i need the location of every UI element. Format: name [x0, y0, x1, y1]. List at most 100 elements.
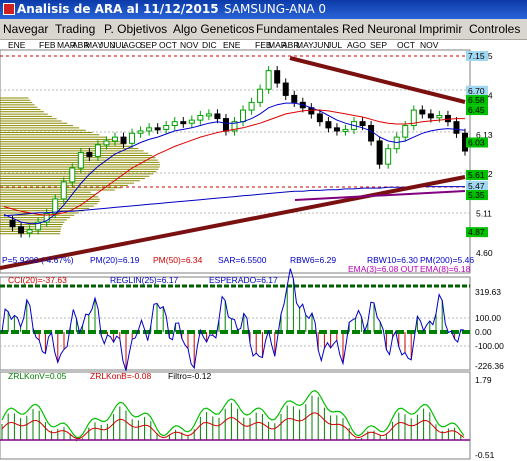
candle-body — [94, 144, 101, 157]
app-icon — [3, 3, 15, 15]
candle-body — [146, 127, 153, 132]
month-label: NOV — [180, 40, 199, 50]
level-box-label: 6.03 — [468, 138, 485, 148]
month-label: JUL — [327, 40, 342, 50]
cci-label: CCI(20)=-37.63 — [8, 275, 67, 285]
month-label: AGO — [347, 40, 366, 50]
level-box-label: 6.45 — [468, 105, 485, 115]
menu-item-controles[interactable]: Controles — [469, 22, 520, 36]
cci-axis-label: -226.36 — [475, 361, 504, 371]
zrl-axis-top: 1.79 — [475, 375, 492, 385]
price-axis-label: 4.60 — [476, 248, 493, 258]
title-bar: Analisis de ARA al 11/12/2015 SAMSUNG-AN… — [0, 0, 527, 19]
esperado-label: ESPERADO=6.17 — [209, 275, 278, 285]
candle-body — [385, 148, 392, 165]
candle-body — [120, 136, 127, 144]
window-title: Analisis de ARA al 11/12/2015 — [17, 2, 219, 16]
menu-bar: Navegar Trading P. Objetivos Algo Geneti… — [0, 19, 527, 40]
candle-body — [197, 114, 204, 121]
candle-body — [9, 220, 16, 228]
cci-axis-label: 319.63 — [475, 287, 501, 297]
candle-body — [180, 121, 187, 125]
zrlkonb-label: ZRLKonB=-0.08 — [90, 371, 151, 381]
candle-body — [291, 94, 298, 103]
candle-body — [257, 88, 264, 103]
candle-body — [214, 113, 221, 120]
candle-body — [316, 113, 323, 123]
candle-body — [154, 127, 161, 131]
months-axis: ENE FEB MARABRMAYJUNJULAGOSEP OCT NOV DIC ENE F… — [8, 40, 439, 50]
cci-axis-label: 0.00 — [475, 327, 492, 337]
zrl-panel — [0, 371, 471, 460]
price-axis-label: 5.11 — [476, 209, 492, 219]
analysis-chart: ENE FEB MARABRMAYJUNJULAGOSEP OCT NOV DIC ENE F… — [0, 40, 504, 460]
month-label: OCT — [397, 40, 415, 50]
candle-body — [419, 109, 426, 115]
menu-item-trading[interactable]: Trading — [55, 22, 95, 36]
cci-axis-label: -100.00 — [475, 341, 504, 351]
candle-body — [359, 121, 366, 127]
candle-body — [171, 121, 178, 127]
candle-body — [188, 119, 195, 124]
month-label: ENE — [223, 40, 241, 50]
stat-ema3: EMA(3)=6.08 OUT — [348, 264, 419, 274]
menu-item-imprimir[interactable]: Imprimir — [419, 22, 462, 36]
candle-body — [137, 130, 144, 134]
candle-body — [60, 181, 67, 200]
stat-price: P=5.9200 (-4.67%) — [2, 255, 74, 265]
candle-body — [453, 121, 460, 134]
stat-ema8: EMA(8)=6.18 — [420, 264, 471, 274]
month-label: SEP — [140, 40, 157, 50]
candle-body — [77, 152, 84, 169]
candle-body — [86, 152, 93, 157]
month-label: OCT — [159, 40, 177, 50]
menu-item-fundamentales[interactable]: Fundamentales — [256, 22, 339, 36]
candle-body — [103, 140, 110, 146]
candle-body — [222, 118, 229, 132]
stat-sar: SAR=6.5500 — [218, 255, 267, 265]
cci-axis-label: 100.00 — [475, 313, 501, 323]
menu-item-algo-geneticos[interactable]: Algo Geneticos — [173, 22, 254, 36]
menu-item-red-neuronal[interactable]: Red Neuronal — [342, 22, 416, 36]
month-label: MAY — [296, 40, 314, 50]
candle-body — [274, 70, 281, 84]
menu-item-navegar[interactable]: Navegar — [3, 22, 48, 36]
candle-body — [444, 114, 451, 123]
stat-pm20: PM(20)=6.19 — [90, 255, 140, 265]
month-label: DIC — [202, 40, 217, 50]
level-box-label: 4.87 — [468, 227, 485, 237]
candle-body — [69, 167, 76, 183]
level-box-label: 7.15 — [468, 51, 485, 61]
month-label: ENE — [8, 40, 26, 50]
candle-body — [240, 109, 247, 123]
zrl-axis-bottom: -0.51 — [475, 450, 495, 460]
level-box-label: 6.58 — [468, 95, 485, 105]
candle-body — [129, 132, 136, 144]
candle-body — [111, 136, 118, 142]
price-panel — [0, 49, 471, 274]
candle-body — [282, 82, 289, 96]
candle-body — [26, 229, 33, 234]
month-label: SEP — [370, 40, 387, 50]
menu-item-p-objetivos[interactable]: P. Objetivos — [104, 22, 167, 36]
reglin-label: REGLIN(25)=6.17 — [110, 275, 179, 285]
candle-body — [18, 226, 25, 234]
candle-body — [427, 113, 434, 119]
candle-body — [342, 128, 349, 132]
candle-body — [163, 125, 170, 130]
stat-rbw6: RBW6=6.29 — [290, 255, 336, 265]
symbol-label: SAMSUNG-ANA 0 — [224, 2, 326, 16]
candle-body — [402, 125, 409, 138]
candle-body — [376, 140, 383, 165]
filtro-label: Filtro=-0.12 — [168, 371, 211, 381]
candle-body — [325, 121, 332, 129]
level-box-label: 5.61 — [468, 170, 485, 180]
month-label: FEB — [39, 40, 56, 50]
candle-body — [333, 127, 340, 132]
candle-body — [205, 113, 212, 117]
zrlkonv-label: ZRLKonV=0.05 — [8, 371, 67, 381]
candle-body — [52, 198, 59, 215]
candle-body — [248, 101, 255, 111]
level-box-label: 5.35 — [468, 190, 485, 200]
month-label: NOV — [420, 40, 439, 50]
